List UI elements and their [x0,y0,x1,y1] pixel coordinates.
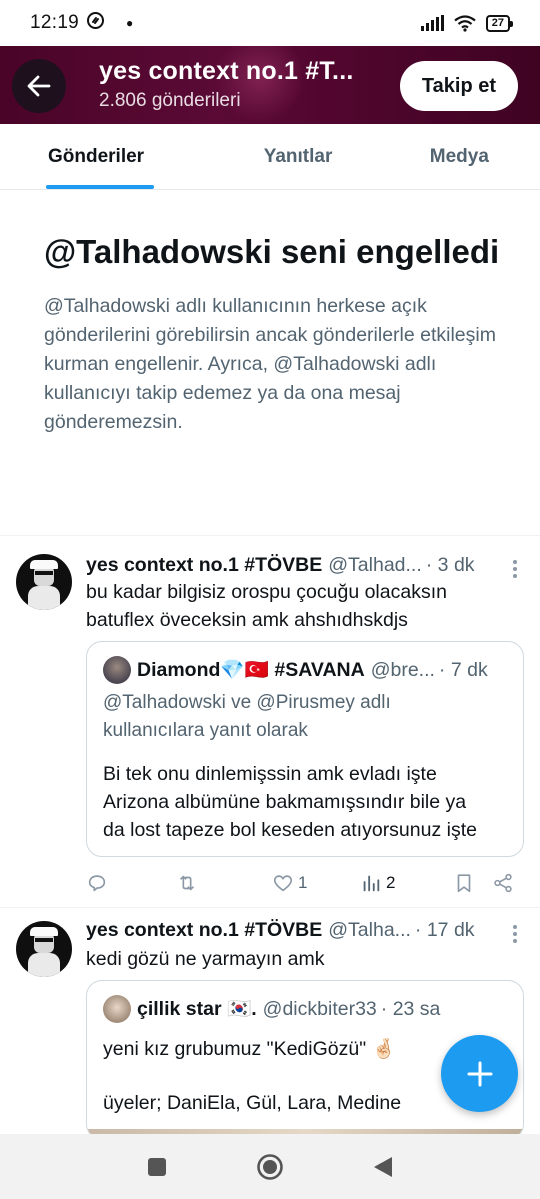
share-button[interactable] [492,872,514,894]
reply-icon [88,875,106,892]
quote-avatar [103,656,131,684]
tweet[interactable]: yes context no.1 #TÖVBE @Talhad... · 3 d… [0,536,540,907]
quote-author-handle: @bre... [370,658,435,681]
tweet-time: · 3 dk [425,554,475,576]
reply-context: @Talhadowski ve @Pirusmey adlı kullanıcı… [103,689,503,745]
views-button[interactable]: 2 [360,872,395,894]
tweet-text: bu kadar bilgisiz orospu çocuğu olacaksı… [86,578,516,634]
views-icon [363,875,380,892]
avatar[interactable] [16,921,72,977]
follow-button[interactable]: Takip et [399,61,518,111]
tweet-header: yes context no.1 #TÖVBE @Talhad... · 3 d… [86,554,506,577]
reply-context-line: kullanıcılara yanıt olarak [103,720,308,741]
quote-header: Diamond💎🇹🇷 #SAVANA @bre... · 7 dk [103,656,513,684]
more-options-icon[interactable] [512,925,518,943]
battery-icon: 27 [485,14,514,32]
quoted-tweet[interactable]: Diamond💎🇹🇷 #SAVANA @bre... · 7 dk @Talha… [86,641,524,857]
recents-button[interactable] [137,1147,177,1187]
quote-text: Bi tek onu dinlemişssin amk evladı işte … [103,763,477,841]
quote-header: çillik star 🇰🇷. @dickbiter33 · 23 sa [103,995,513,1023]
notification-dot-icon: ● [126,16,134,30]
more-options-icon[interactable] [512,560,518,578]
quote-author-name: Diamond💎🇹🇷 #SAVANA [137,659,365,681]
square-icon [147,1157,166,1176]
like-button[interactable]: 1 [272,872,307,894]
wifi-icon [454,15,476,32]
quote-time: · 23 sa [380,997,441,1020]
reply-context-line: @Talhadowski ve @Pirusmey adlı [103,692,391,713]
author-name[interactable]: yes context no.1 #TÖVBE [86,919,322,942]
blocked-title: @Talhadowski seni engelledi [44,233,500,270]
bookmark-button[interactable] [453,872,475,894]
status-bar: 12:19 ● 27 [0,0,540,46]
tab-replies[interactable]: Yanıtlar [217,124,378,189]
author-handle[interactable]: @Talha... [328,919,411,942]
home-button[interactable] [250,1147,290,1187]
shazam-like-icon [87,12,105,34]
quote-author-name: çillik star 🇰🇷. [137,998,257,1020]
tab-media[interactable]: Medya [379,124,540,189]
back-button[interactable] [12,59,66,113]
quote-time: · 7 dk [438,658,488,681]
avatar[interactable] [16,554,72,610]
retweet-icon [179,875,195,891]
heart-icon [273,875,293,892]
blocked-description: @Talhadowski adlı kullanıcının herkese a… [44,295,496,433]
header-text: yes context no.1 #T... 2.806 gönderileri [99,56,379,114]
bookmark-icon [457,874,471,893]
system-navigation-bar [0,1134,540,1199]
views-count: 2 [386,873,396,892]
retweet-button[interactable] [176,872,202,894]
tab-posts[interactable]: Gönderiler [0,124,217,189]
back-button-system[interactable] [363,1147,403,1187]
tweet-header: yes context no.1 #TÖVBE @Talha... · 17 d… [86,919,506,942]
like-count: 1 [298,873,308,892]
profile-name: yes context no.1 #T... [99,57,354,85]
share-icon [494,873,512,893]
status-time: 12:19 [30,12,80,33]
author-name[interactable]: yes context no.1 #TÖVBE [86,554,322,577]
post-count: 2.806 gönderileri [99,90,241,111]
circle-icon [257,1153,283,1180]
tweet-text-line: bu kadar bilgisiz orospu çocuğu olacaksı… [86,581,447,603]
triangle-back-icon [374,1156,393,1177]
arrow-left-icon [27,75,51,97]
compose-button[interactable] [441,1035,518,1112]
tweet-actions: 1 2 [86,868,516,898]
blocked-notice: @Talhadowski seni engelledi @Talhadowski… [44,230,504,437]
cell-signal-icon [420,15,444,31]
plus-icon [467,1061,492,1086]
tweet-text: kedi gözü ne yarmayın amk [86,948,325,970]
author-handle[interactable]: @Talhad... [328,554,422,577]
quote-author-handle: @dickbiter33 [262,997,377,1020]
tweet-time: · 17 dk [414,919,475,941]
profile-header: yes context no.1 #T... 2.806 gönderileri… [0,46,540,124]
profile-tabs: Gönderiler Yanıtlar Medya [0,124,540,190]
quote-avatar [103,995,131,1023]
tweet-text-line: batuflex öveceksin amk ahshıdhskdjs [86,609,408,631]
reply-button[interactable] [86,872,112,894]
